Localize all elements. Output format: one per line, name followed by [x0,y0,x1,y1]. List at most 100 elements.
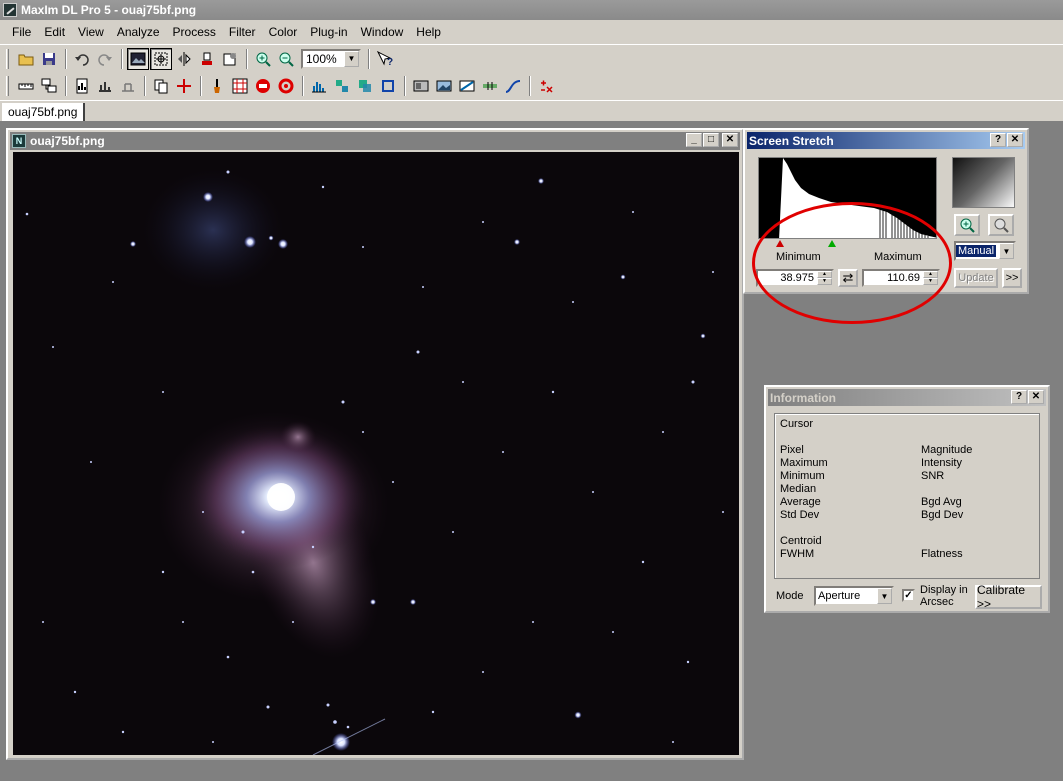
zoom-out-button[interactable] [988,214,1014,236]
menu-filter[interactable]: Filter [229,25,256,39]
image-canvas[interactable] [13,152,739,755]
maximum-input[interactable]: 110.69 ▲ ▼ [862,269,940,287]
minimize-button[interactable]: _ [686,133,702,147]
plus-minus-x-icon [541,80,553,93]
zoom-in-button[interactable] [954,214,980,236]
menu-file[interactable]: File [12,25,31,39]
context-help-button[interactable]: ? [374,48,396,70]
minimum-marker[interactable] [776,240,784,247]
menu-bar: File Edit View Analyze Process Filter Co… [0,20,1063,44]
menu-edit[interactable]: Edit [44,25,65,39]
crosshair-plus-icon [177,79,191,93]
close-button[interactable]: ✕ [1007,133,1023,147]
menu-help[interactable]: Help [416,25,441,39]
histogram[interactable] [758,157,937,239]
curve-button[interactable] [502,75,524,97]
image-blue-button[interactable] [433,75,455,97]
swap-button[interactable]: ⇄ [838,269,858,287]
chevron-down-icon[interactable]: ▼ [999,243,1014,259]
close-button[interactable]: ✕ [1028,390,1044,404]
menu-analyze[interactable]: Analyze [117,25,160,39]
open-button[interactable] [15,48,37,70]
undo-button[interactable] [71,48,93,70]
zoom-select[interactable]: 100% ▼ [301,48,361,69]
scale2-button[interactable] [117,75,139,97]
update-button[interactable]: Update [954,268,998,288]
app-titlebar: MaxIm DL Pro 5 - ouaj75bf.png [0,0,1063,20]
toolbar-grip[interactable] [6,76,9,96]
align-blocks-button[interactable] [331,75,353,97]
median-label: Median [780,483,817,495]
frame-square-button[interactable] [377,75,399,97]
stack-button[interactable] [38,75,60,97]
histogram-button[interactable] [308,75,330,97]
stretch-marker-row[interactable] [758,240,937,248]
maximum-marker[interactable] [828,240,836,247]
stop-red-button[interactable] [252,75,274,97]
image-stretch-button[interactable] [456,75,478,97]
overlap-squares-button[interactable] [354,75,376,97]
flatness-label: Flatness [921,548,963,560]
bar-marker-icon [483,82,497,90]
menu-view[interactable]: View [78,25,104,39]
save-button[interactable] [38,48,60,70]
spin-down-icon[interactable]: ▼ [817,278,832,285]
chevron-down-icon[interactable]: ▼ [877,588,892,604]
image-display-button[interactable] [127,47,149,70]
scale-button[interactable] [94,75,116,97]
histogram-plot [779,158,936,238]
spin-up-icon[interactable]: ▲ [923,271,938,278]
tab-ouaj75bf[interactable]: ouaj75bf.png [2,103,86,121]
plus-minus-x-button[interactable] [535,75,557,97]
document-chart-button[interactable] [71,75,93,97]
display-arcsec-checkbox[interactable]: ✓ [902,589,915,602]
minimum-input[interactable]: 38.975 ▲ ▼ [756,269,834,287]
redo-button[interactable] [94,48,116,70]
properties-button[interactable] [219,48,241,70]
ruler-button[interactable] [15,75,37,97]
information-readout: Cursor Pixel Maximum Minimum Median Aver… [774,413,1040,579]
help-button[interactable]: ? [990,133,1006,147]
menu-plug-in[interactable]: Plug-in [310,25,347,39]
stamp-button[interactable] [196,48,218,70]
grid-target-button[interactable] [229,75,251,97]
flip-button[interactable] [173,48,195,70]
copy-button[interactable] [150,75,172,97]
menu-process[interactable]: Process [173,25,216,39]
zoom-out-button[interactable] [275,48,297,70]
crosshair-select-button[interactable] [150,47,172,70]
ruler-icon [18,83,34,90]
brush-button[interactable] [206,75,228,97]
crosshair-plus-button[interactable] [173,75,195,97]
zoom-in-button[interactable] [252,48,274,70]
help-button[interactable]: ? [1011,390,1027,404]
menu-color[interactable]: Color [269,25,298,39]
frame-square-icon [382,80,394,92]
chevron-down-icon[interactable]: ▼ [344,50,359,67]
stretch-mode-select[interactable]: Manual ▼ [954,241,1016,261]
calibrate-button[interactable]: Calibrate >> [975,583,1042,611]
maximize-icon: □ [707,134,715,145]
spin-up-icon[interactable]: ▲ [817,271,832,278]
bgd-avg-label: Bgd Avg [921,496,962,508]
ring-red-icon [278,78,294,94]
image-window: N ouaj75bf.png _ □ ✕ [6,128,744,760]
zoom-out-icon [279,52,294,67]
spin-down-icon[interactable]: ▼ [923,278,938,285]
mode-select[interactable]: Aperture ▼ [814,586,894,606]
image-gray-button[interactable] [410,75,432,97]
ring-red-button[interactable] [275,75,297,97]
information-titlebar[interactable]: Information ? ✕ [768,389,1046,406]
menu-window[interactable]: Window [361,25,404,39]
toolbar-grip[interactable] [6,48,9,69]
image-window-titlebar[interactable]: N ouaj75bf.png _ □ ✕ [10,132,740,150]
minimum-spinner[interactable]: ▲ ▼ [817,271,832,285]
maximum-spinner[interactable]: ▲ ▼ [923,271,938,285]
close-button[interactable]: ✕ [722,133,738,147]
bar-marker-button[interactable] [479,75,501,97]
arcsec-text: Arcsec [920,596,954,608]
expand-button[interactable]: >> [1002,268,1022,288]
maximize-button[interactable]: □ [703,133,719,147]
stretch-preview [952,157,1015,208]
screen-stretch-titlebar[interactable]: Screen Stretch ? ✕ [747,132,1025,149]
